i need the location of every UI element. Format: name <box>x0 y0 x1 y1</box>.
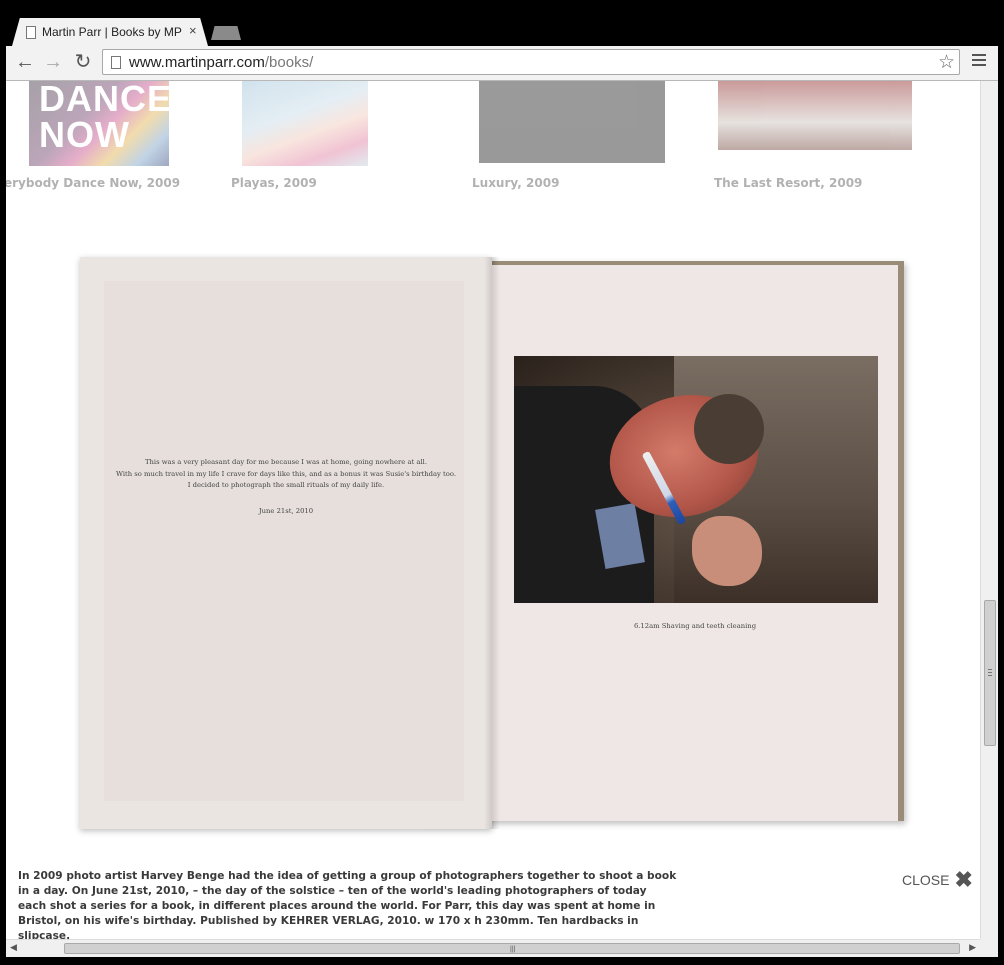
book-thumbnail-dance-now[interactable]: DANCE NOW <box>29 81 173 166</box>
close-x-icon: ✖ <box>954 867 973 892</box>
close-label: CLOSE <box>902 872 950 888</box>
page-viewport: DANCE NOW erybody Dance Now, 2009 Playas,… <box>6 81 980 939</box>
tab-title: Martin Parr | Books by MP <box>42 25 182 39</box>
page-icon <box>26 26 36 39</box>
url-text[interactable]: www.martinparr.com/books/ <box>129 54 313 71</box>
url-host: www.martinparr.com <box>129 54 265 71</box>
left-page-line: With so much travel in my life I crave f… <box>115 469 457 478</box>
vertical-scrollbar[interactable] <box>980 81 998 939</box>
horizontal-scroll-thumb[interactable]: ||| <box>64 943 960 954</box>
book-spread-image: This was a very pleasant day for me beca… <box>80 257 906 831</box>
hamburger-menu-icon[interactable] <box>972 54 986 69</box>
horizontal-scrollbar[interactable]: ◀ ||| ▶ <box>6 939 980 957</box>
book-description: In 2009 photo artist Harvey Benge had th… <box>18 870 677 939</box>
book-label[interactable]: Playas, 2009 <box>231 176 317 190</box>
book-thumbnails: DANCE NOW erybody Dance Now, 2009 Playas,… <box>6 81 980 201</box>
book-thumbnail-playas[interactable] <box>242 81 368 166</box>
book-gutter <box>484 257 500 829</box>
star-icon[interactable]: ☆ <box>938 51 955 74</box>
book-label[interactable]: The Last Resort, 2009 <box>714 176 862 190</box>
book-label[interactable]: erybody Dance Now, 2009 <box>6 176 180 190</box>
page-icon <box>111 56 121 69</box>
forward-arrow-icon[interactable]: → <box>42 51 64 73</box>
vertical-scroll-thumb[interactable] <box>984 600 996 746</box>
thumbnail-cover-text: DANCE NOW <box>39 81 173 155</box>
left-page-line: I decided to photograph the small ritual… <box>187 481 385 489</box>
close-button[interactable]: CLOSE ✖ <box>902 869 973 891</box>
left-page-date: June 21st, 2010 <box>258 507 314 515</box>
scroll-right-icon[interactable]: ▶ <box>969 942 976 953</box>
scroll-left-icon[interactable]: ◀ <box>10 942 17 953</box>
photo-caption: 6.12am Shaving and teeth cleaning <box>633 622 757 630</box>
url-path: /books/ <box>264 54 314 71</box>
back-arrow-icon[interactable]: ← <box>14 51 36 73</box>
browser-tab[interactable]: Martin Parr | Books by MP × <box>12 18 208 46</box>
book-thumbnail-luxury[interactable] <box>479 81 665 163</box>
left-page-line: This was a very pleasant day for me beca… <box>144 458 427 466</box>
book-left-page: This was a very pleasant day for me beca… <box>80 257 492 829</box>
book-thumbnail-last-resort[interactable] <box>718 81 912 150</box>
book-photo <box>514 356 878 603</box>
new-tab-button[interactable] <box>211 26 241 40</box>
left-page-text: This was a very pleasant day for me beca… <box>80 457 492 492</box>
tab-close-icon[interactable]: × <box>189 23 197 38</box>
reload-icon[interactable]: ↻ <box>72 51 94 73</box>
book-label[interactable]: Luxury, 2009 <box>472 176 559 190</box>
browser-toolbar: ← → ↻ www.martinparr.com/books/ ☆ <box>6 46 998 81</box>
address-bar[interactable]: www.martinparr.com/books/ ☆ <box>102 49 960 75</box>
tab-strip: Martin Parr | Books by MP × <box>0 0 1004 46</box>
